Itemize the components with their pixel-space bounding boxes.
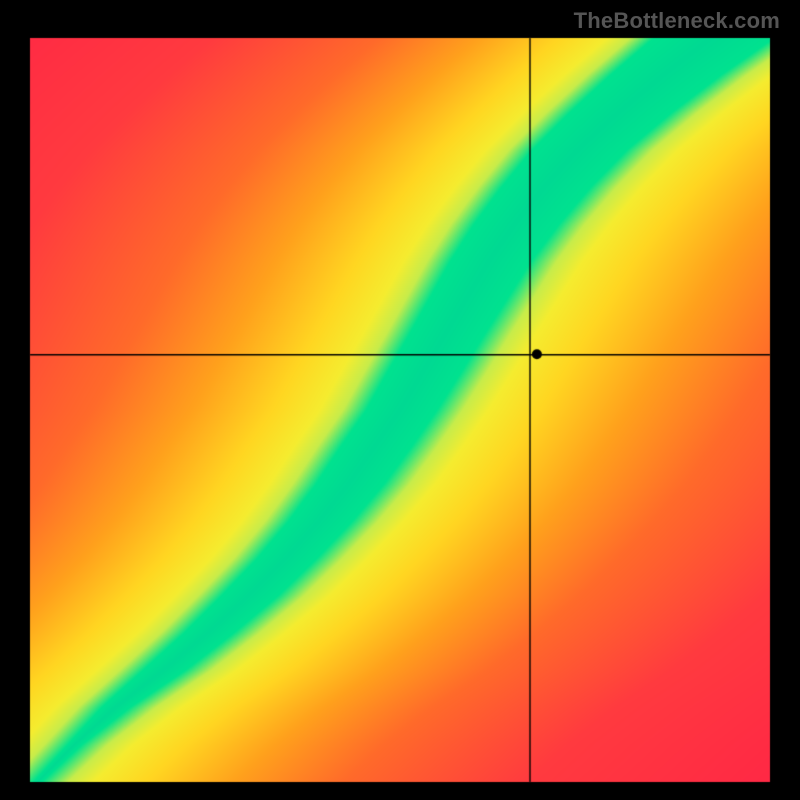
overlay-canvas: [0, 0, 800, 800]
watermark-text: TheBottleneck.com: [574, 8, 780, 34]
